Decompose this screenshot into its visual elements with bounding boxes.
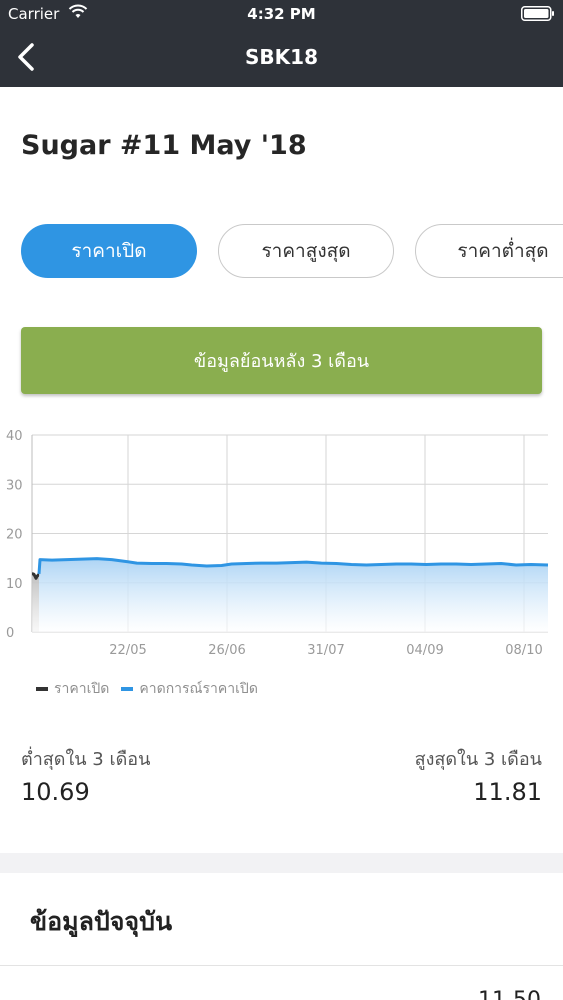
price-tabs: ราคาเปิด ราคาสูงสุด ราคาต่ำสุด xyxy=(0,224,563,280)
legend-label: ราคาเปิด xyxy=(54,681,110,697)
x-tick-label: 22/05 xyxy=(109,643,146,658)
battery-icon xyxy=(521,6,554,21)
tab-high-price[interactable]: ราคาสูงสุด xyxy=(218,224,394,278)
chart-legend: ราคาเปิด คาดการณ์ราคาเปิด xyxy=(36,678,270,700)
max-3m-label: สูงสุดใน 3 เดือน xyxy=(414,749,542,770)
min-3m-value: 10.69 xyxy=(21,778,90,806)
x-tick-label: 04/09 xyxy=(406,643,443,658)
nav-bar: SBK18 xyxy=(0,28,563,87)
history-range-button[interactable]: ข้อมูลย้อนหลัง 3 เดือน xyxy=(21,327,542,394)
section-separator xyxy=(0,853,563,873)
y-tick-label: 20 xyxy=(6,528,23,543)
legend-label: คาดการณ์ราคาเปิด xyxy=(139,681,258,697)
legend-swatch-blue xyxy=(121,687,134,691)
x-tick-label: 31/07 xyxy=(307,643,344,658)
price-chart: 0 10 20 30 40 22/05 26/06 31/07 04/09 08/10 xyxy=(6,429,549,658)
divider xyxy=(0,965,563,966)
min-3m-label: ต่ำสุดใน 3 เดือน xyxy=(21,749,151,770)
nav-title: SBK18 xyxy=(245,45,318,69)
tab-low-price[interactable]: ราคาต่ำสุด xyxy=(415,224,563,278)
legend-item-forecast: คาดการณ์ราคาเปิด xyxy=(121,678,258,700)
current-info-title: ข้อมูลปัจจุบัน xyxy=(30,907,173,936)
series-area-0 xyxy=(32,573,39,632)
max-3m-value: 11.81 xyxy=(473,778,542,806)
legend-item-open-price: ราคาเปิด xyxy=(36,678,109,700)
status-bar: Carrier 4:32 PM xyxy=(0,0,563,28)
y-tick-label: 10 xyxy=(6,577,23,592)
x-tick-label: 08/10 xyxy=(505,643,542,658)
legend-swatch-dark xyxy=(36,687,48,691)
y-tick-label: 30 xyxy=(6,478,23,493)
series-area-1 xyxy=(39,558,548,632)
y-tick-label: 0 xyxy=(6,626,14,641)
status-time: 4:32 PM xyxy=(247,5,316,23)
x-tick-label: 26/06 xyxy=(208,643,245,658)
current-price-value: 11.50 xyxy=(478,988,541,1000)
y-tick-label: 40 xyxy=(6,429,23,444)
page-title: Sugar #11 May '18 xyxy=(21,130,307,161)
tab-open-price[interactable]: ราคาเปิด xyxy=(21,224,197,278)
